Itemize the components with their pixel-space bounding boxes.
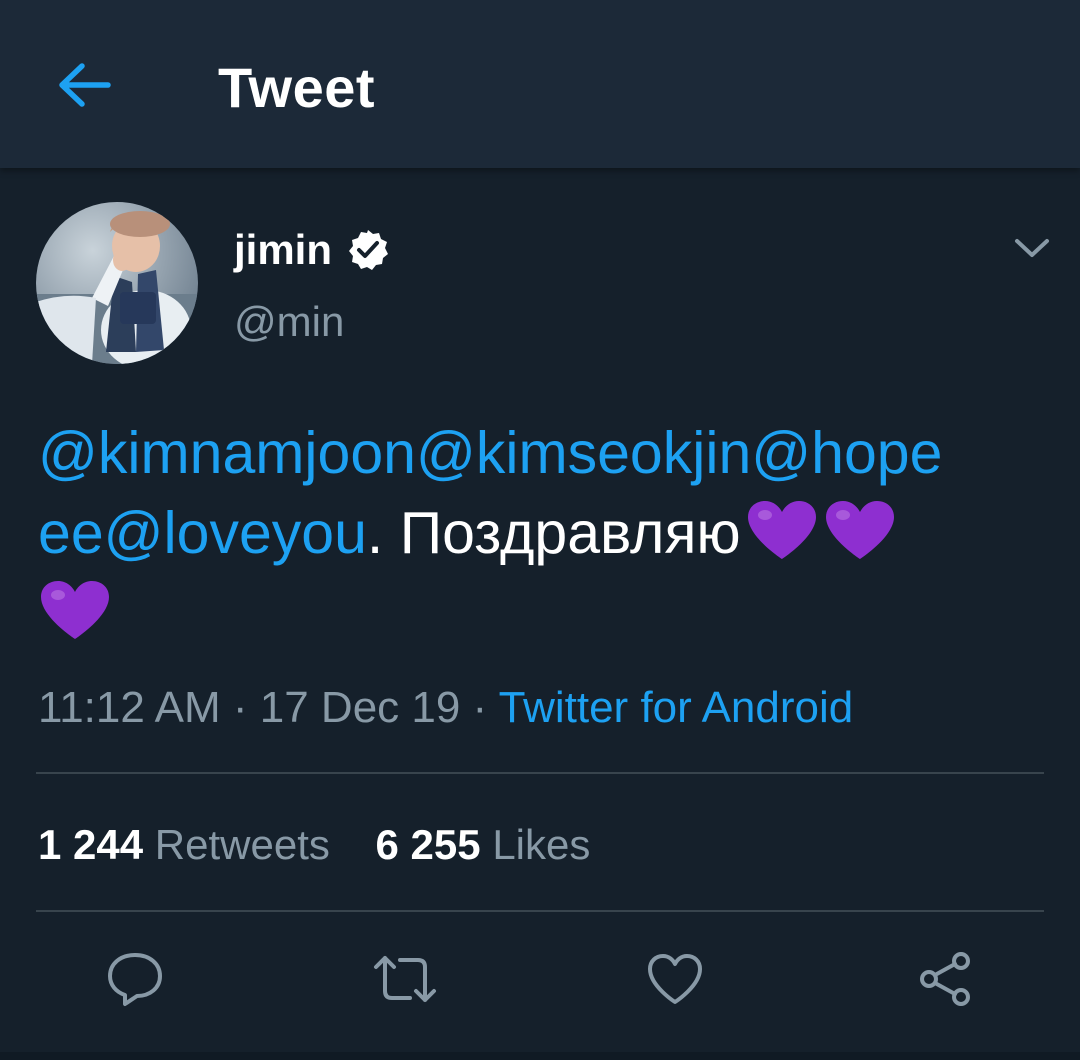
meta-separator: ·: [460, 683, 499, 732]
tweet-meta: 11:12 AM · 17 Dec 19 · Twitter for Andro…: [38, 680, 853, 736]
retweets-count: 1 244: [38, 821, 144, 868]
tweet-stats: 1 244 Retweets 6 255 Likes: [38, 818, 624, 872]
top-app-bar: Tweet: [0, 0, 1080, 168]
chevron-down-icon: [1015, 239, 1049, 257]
tweet-line-3: [38, 573, 1058, 653]
share-icon: [920, 952, 970, 1006]
profile-photo: [36, 202, 198, 364]
likes-stat[interactable]: 6 255 Likes: [376, 818, 591, 872]
divider: [36, 910, 1044, 912]
author-name-row: jimin: [234, 222, 390, 278]
likes-count: 6 255: [375, 821, 481, 868]
mention-link[interactable]: @loveyou: [104, 500, 367, 566]
author-handle[interactable]: @min: [234, 296, 344, 348]
avatar[interactable]: [36, 202, 198, 364]
meta-separator: ·: [220, 683, 260, 732]
share-button[interactable]: [910, 944, 980, 1014]
back-button[interactable]: [52, 55, 116, 115]
mention-link[interactable]: @hope: [751, 420, 942, 486]
author-display-name[interactable]: jimin: [234, 224, 332, 276]
tweet-options-button[interactable]: [1008, 224, 1056, 272]
tweet-line-1: @kimnamjoon@kimseokjin@hope: [38, 413, 1058, 493]
mention-link[interactable]: @kimnamjoon: [38, 420, 416, 486]
reply-icon: [108, 953, 162, 1006]
tweet-date: 17 Dec 19: [259, 683, 461, 732]
tweet-body-text: . Поздравляю: [366, 500, 741, 566]
verified-badge-icon: [349, 230, 389, 270]
reply-button[interactable]: [100, 944, 170, 1014]
tweet-text: @kimnamjoon@kimseokjin@hope ee@loveyou. …: [38, 413, 1058, 653]
tweet-source-link[interactable]: Twitter for Android: [499, 683, 854, 732]
like-button[interactable]: [640, 944, 710, 1014]
purple-heart-emoji: [41, 581, 109, 639]
purple-heart-emoji: [747, 501, 816, 559]
arrow-left-icon: [59, 63, 111, 107]
divider: [36, 772, 1044, 774]
retweets-label: Retweets: [154, 821, 330, 868]
page-title: Tweet: [218, 56, 376, 119]
bottom-edge: [0, 1052, 1080, 1060]
tweet-line-2: ee@loveyou. Поздравляю: [38, 493, 1058, 573]
retweets-stat[interactable]: 1 244 Retweets: [38, 818, 330, 872]
mention-link[interactable]: ee: [38, 500, 104, 566]
retweet-icon: [374, 956, 436, 1002]
tweet-time: 11:12 AM: [38, 683, 221, 732]
likes-label: Likes: [492, 821, 591, 868]
purple-heart-emoji: [825, 501, 894, 559]
like-icon: [648, 954, 702, 1004]
retweet-button[interactable]: [370, 944, 440, 1014]
mention-link[interactable]: @kimseokjin: [416, 420, 751, 486]
